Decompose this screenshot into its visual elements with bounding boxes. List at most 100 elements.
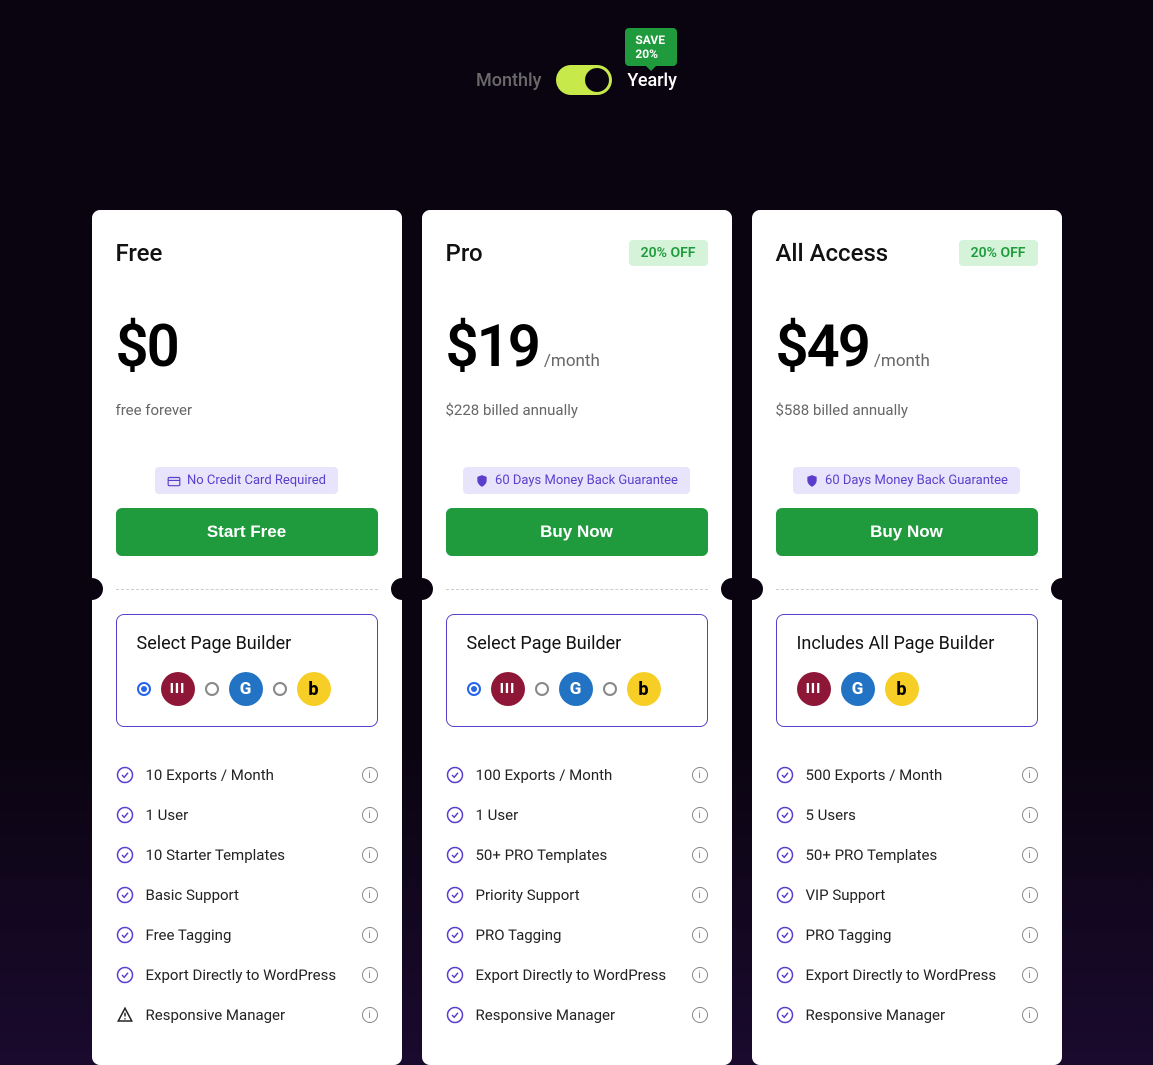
check-icon: [446, 1006, 464, 1024]
builder-title: Select Page Builder: [467, 633, 687, 654]
gutenberg-icon: G: [559, 672, 593, 706]
billing-toggle[interactable]: [556, 65, 612, 95]
check-icon: [446, 966, 464, 984]
page-builder-included: Includes All Page Builder III G b: [776, 614, 1038, 727]
builder-radio-elementor[interactable]: [137, 682, 151, 696]
check-icon: [446, 886, 464, 904]
bricks-icon: b: [627, 672, 661, 706]
shield-icon: [475, 474, 489, 488]
plan-card-allaccess: All Access 20% OFF $49 /month $588 bille…: [752, 210, 1062, 1065]
info-icon[interactable]: i: [1022, 1007, 1038, 1023]
feature-item: PRO Taggingi: [776, 915, 1038, 955]
check-icon: [776, 846, 794, 864]
bricks-icon: b: [885, 672, 919, 706]
page-builder-selector: Select Page Builder III G b: [446, 614, 708, 727]
check-icon: [116, 966, 134, 984]
check-icon: [446, 926, 464, 944]
warning-icon: [116, 1006, 134, 1024]
check-icon: [116, 926, 134, 944]
feature-item: Free Taggingi: [116, 915, 378, 955]
plan-period: /month: [874, 351, 930, 371]
buy-now-button[interactable]: Buy Now: [776, 508, 1038, 556]
info-icon[interactable]: i: [692, 887, 708, 903]
feature-item: Export Directly to WordPressi: [776, 955, 1038, 995]
feature-item: 10 Exports / Monthi: [116, 755, 378, 795]
info-icon[interactable]: i: [692, 927, 708, 943]
info-icon[interactable]: i: [692, 967, 708, 983]
info-icon[interactable]: i: [362, 927, 378, 943]
plan-subtext: free forever: [116, 401, 378, 419]
toggle-monthly-label[interactable]: Monthly: [476, 70, 541, 91]
guarantee-badge: 60 Days Money Back Guarantee: [463, 467, 690, 494]
plan-price: $0: [116, 313, 178, 381]
feature-item: 100 Exports / Monthi: [446, 755, 708, 795]
info-icon[interactable]: i: [692, 1007, 708, 1023]
builder-radio-bricks[interactable]: [273, 682, 287, 696]
info-icon[interactable]: i: [1022, 927, 1038, 943]
feature-item: 1 Useri: [446, 795, 708, 835]
plan-name: All Access: [776, 239, 889, 267]
builder-radio-gutenberg[interactable]: [205, 682, 219, 696]
builder-title: Includes All Page Builder: [797, 633, 1017, 654]
info-icon[interactable]: i: [1022, 847, 1038, 863]
info-icon[interactable]: i: [1022, 767, 1038, 783]
plan-card-free: Free $0 free forever No Credit Card Requ…: [92, 210, 402, 1065]
elementor-icon: III: [797, 672, 831, 706]
check-icon: [116, 846, 134, 864]
feature-item: Responsive Manageri: [776, 995, 1038, 1035]
plan-period: /month: [544, 351, 600, 371]
plan-price: $19: [446, 313, 539, 381]
billing-toggle-container: Monthly SAVE 20% Yearly: [0, 10, 1153, 95]
info-icon[interactable]: i: [1022, 967, 1038, 983]
info-icon[interactable]: i: [692, 767, 708, 783]
feature-item: Responsive Manageri: [116, 995, 378, 1035]
builder-radio-bricks[interactable]: [603, 682, 617, 696]
feature-item: Basic Supporti: [116, 875, 378, 915]
check-icon: [116, 806, 134, 824]
info-icon[interactable]: i: [362, 807, 378, 823]
pricing-cards-container: Free $0 free forever No Credit Card Requ…: [0, 210, 1153, 1065]
info-icon[interactable]: i: [692, 807, 708, 823]
plan-name: Free: [116, 239, 163, 267]
start-free-button[interactable]: Start Free: [116, 508, 378, 556]
elementor-icon: III: [491, 672, 525, 706]
check-icon: [116, 886, 134, 904]
save-badge: SAVE 20%: [625, 28, 677, 66]
info-icon[interactable]: i: [362, 887, 378, 903]
check-icon: [116, 766, 134, 784]
plan-price: $49: [776, 313, 869, 381]
plan-subtext: $588 billed annually: [776, 401, 1038, 419]
feature-item: Priority Supporti: [446, 875, 708, 915]
guarantee-badge: 60 Days Money Back Guarantee: [793, 467, 1020, 494]
feature-item: Responsive Manageri: [446, 995, 708, 1035]
toggle-yearly-label[interactable]: SAVE 20% Yearly: [627, 70, 677, 91]
feature-item: 500 Exports / Monthi: [776, 755, 1038, 795]
info-icon[interactable]: i: [362, 1007, 378, 1023]
feature-item: 50+ PRO Templatesi: [776, 835, 1038, 875]
builder-title: Select Page Builder: [137, 633, 357, 654]
info-icon[interactable]: i: [362, 767, 378, 783]
info-icon[interactable]: i: [1022, 887, 1038, 903]
check-icon: [446, 766, 464, 784]
bricks-icon: b: [297, 672, 331, 706]
builder-radio-gutenberg[interactable]: [535, 682, 549, 696]
feature-item: 1 Useri: [116, 795, 378, 835]
gutenberg-icon: G: [229, 672, 263, 706]
gutenberg-icon: G: [841, 672, 875, 706]
builder-radio-elementor[interactable]: [467, 682, 481, 696]
toggle-knob: [585, 68, 609, 92]
plan-name: Pro: [446, 239, 483, 267]
info-icon[interactable]: i: [362, 967, 378, 983]
check-icon: [446, 806, 464, 824]
check-icon: [776, 766, 794, 784]
check-icon: [776, 1006, 794, 1024]
plan-subtext: $228 billed annually: [446, 401, 708, 419]
feature-item: 50+ PRO Templatesi: [446, 835, 708, 875]
elementor-icon: III: [161, 672, 195, 706]
info-icon[interactable]: i: [1022, 807, 1038, 823]
buy-now-button[interactable]: Buy Now: [446, 508, 708, 556]
info-icon[interactable]: i: [362, 847, 378, 863]
feature-list: 500 Exports / Monthi 5 Usersi 50+ PRO Te…: [776, 755, 1038, 1035]
discount-badge: 20% OFF: [629, 240, 708, 266]
info-icon[interactable]: i: [692, 847, 708, 863]
